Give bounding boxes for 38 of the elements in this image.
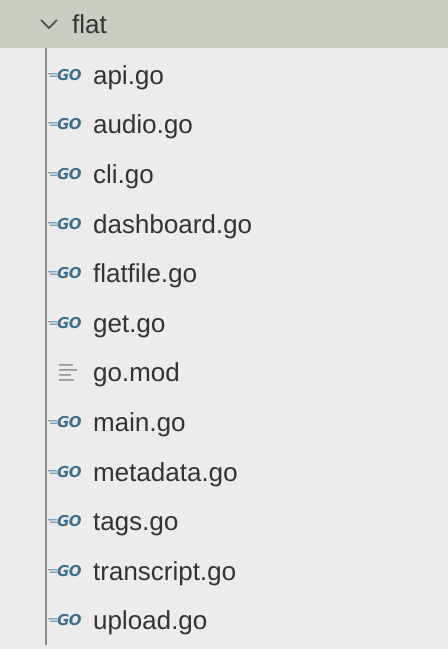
file-name[interactable]: metadata.go [93,456,238,487]
text-file-icon [59,363,77,382]
go-logo-icon: GO [57,611,82,630]
go-logo-icon: GO [57,264,82,282]
go-logo-icon: GO [57,314,82,332]
file-name[interactable]: flatfile.go [93,258,198,288]
folder-row[interactable]: flat [0,0,448,48]
go-logo-icon: GO [57,164,82,183]
speed-lines-icon [47,418,57,425]
folder-name: flat [72,9,107,39]
speed-lines-icon [47,468,57,475]
speed-lines-icon [47,320,57,326]
go-logo-icon: GO [57,115,82,134]
speed-lines-icon [47,270,57,276]
file-name[interactable]: dashboard.go [93,208,252,239]
speed-lines-icon [47,568,57,574]
file-name[interactable]: transcript.go [93,556,236,586]
speed-lines-icon [47,518,57,524]
go-logo-icon: GO [57,412,82,431]
chevron-icon [40,18,58,30]
go-logo-icon: GO [57,214,82,233]
speed-lines-icon [47,121,57,128]
file-name[interactable]: main.go [93,406,186,437]
file-name[interactable]: api.go [93,60,164,90]
speed-lines-icon [47,220,57,227]
file-name[interactable]: tags.go [93,506,178,536]
file-name[interactable]: cli.go [93,158,154,189]
speed-lines-icon [47,617,57,624]
go-logo-icon: GO [57,462,82,481]
go-logo-icon: GO [57,66,82,84]
go-logo-icon: GO [57,562,82,580]
speed-lines-icon [47,170,57,177]
speed-lines-icon [47,72,57,78]
file-name[interactable]: upload.go [93,605,208,636]
file-name[interactable]: get.go [93,308,166,338]
file-name[interactable]: go.mod [93,357,180,388]
go-logo-icon: GO [57,512,82,530]
file-name[interactable]: audio.go [93,109,193,140]
